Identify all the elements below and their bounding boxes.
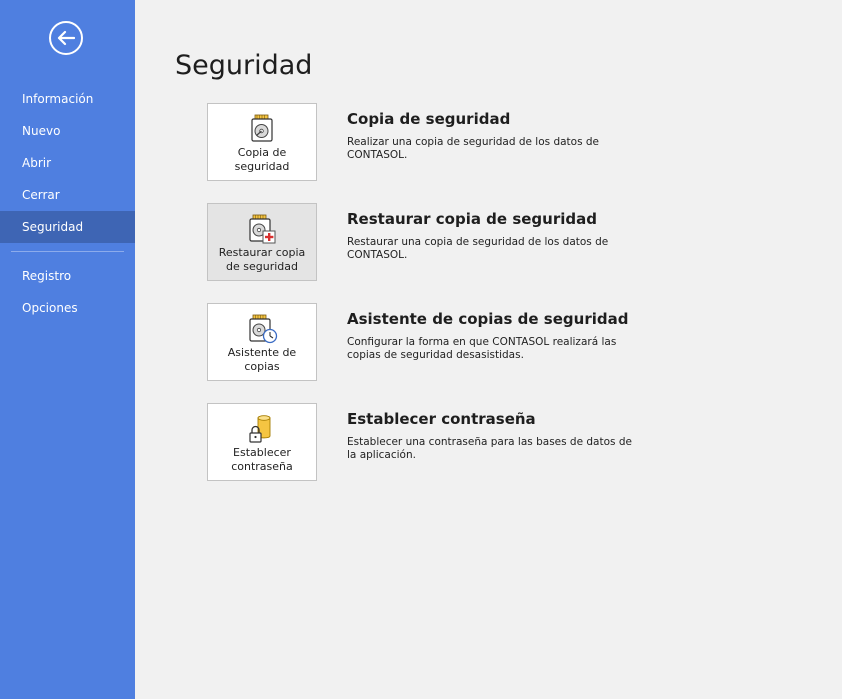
backup-wizard-button[interactable]: Asistente de copias — [207, 303, 317, 381]
sidebar-item-informacion[interactable]: Información — [0, 83, 135, 115]
backup-disk-icon — [246, 112, 278, 144]
backstage-sidebar: Información Nuevo Abrir Cerrar Seguridad… — [0, 0, 135, 699]
restore-button-label: Restaurar copia de seguridad — [218, 246, 306, 273]
backup-wizard-clock-icon — [246, 312, 278, 344]
option-title: Establecer contraseña — [347, 410, 536, 428]
restore-button[interactable]: Restaurar copia de seguridad — [207, 203, 317, 281]
option-establecer-contrasena: Establecer contraseña Establecer contras… — [207, 403, 667, 483]
option-copia-seguridad: Copia de seguridad Copia de seguridad Re… — [207, 103, 667, 183]
option-title: Asistente de copias de seguridad — [347, 310, 629, 328]
option-description: Configurar la forma en que CONTASOL real… — [347, 336, 617, 361]
arrow-left-icon — [57, 30, 75, 46]
set-password-button[interactable]: Establecer contraseña — [207, 403, 317, 481]
option-description: Realizar una copia de seguridad de los d… — [347, 136, 600, 161]
sidebar-item-seguridad[interactable]: Seguridad — [0, 211, 135, 243]
sidebar-item-abrir[interactable]: Abrir — [0, 147, 135, 179]
back-button[interactable] — [49, 21, 83, 55]
sidebar-item-nuevo[interactable]: Nuevo — [0, 115, 135, 147]
backup-wizard-button-label: Asistente de copias — [227, 346, 297, 373]
option-title: Copia de seguridad — [347, 110, 511, 128]
main-content: Seguridad Copia de seguridad Copia de se… — [135, 0, 842, 699]
sidebar-item-cerrar[interactable]: Cerrar — [0, 179, 135, 211]
option-restaurar-copia: Restaurar copia de seguridad Restaurar c… — [207, 203, 667, 283]
backup-button-label: Copia de seguridad — [234, 146, 290, 173]
option-asistente-copias: Asistente de copias Asistente de copias … — [207, 303, 667, 383]
sidebar-nav: Información Nuevo Abrir Cerrar Seguridad… — [0, 83, 135, 324]
restore-disk-icon — [246, 212, 278, 244]
option-description: Restaurar una copia de seguridad de los … — [347, 236, 609, 261]
backup-button[interactable]: Copia de seguridad — [207, 103, 317, 181]
option-title: Restaurar copia de seguridad — [347, 210, 597, 228]
page-title: Seguridad — [175, 50, 313, 81]
set-password-button-label: Establecer contraseña — [231, 446, 293, 473]
lock-database-icon — [246, 412, 278, 444]
option-description: Establecer una contraseña para las bases… — [347, 436, 632, 461]
sidebar-divider — [11, 251, 124, 252]
sidebar-item-registro[interactable]: Registro — [0, 260, 135, 292]
sidebar-item-opciones[interactable]: Opciones — [0, 292, 135, 324]
